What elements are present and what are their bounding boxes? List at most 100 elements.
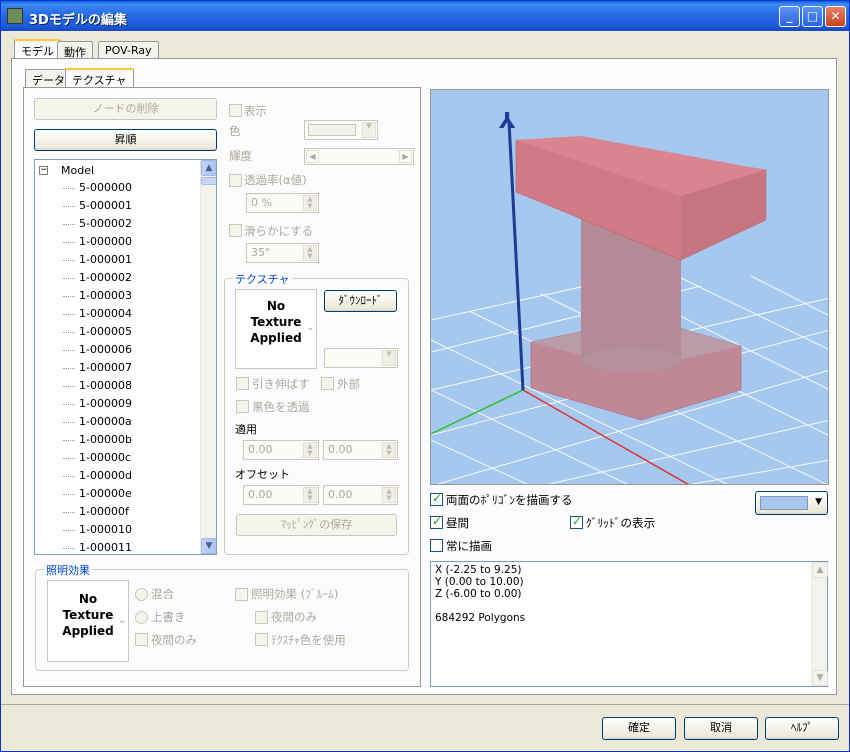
tree-root[interactable]: Model xyxy=(61,164,94,177)
tree-item[interactable]: 1-000000 xyxy=(63,235,132,248)
spin-icon[interactable]: ▲ ▼ xyxy=(303,195,317,211)
both-sides-checkbox[interactable] xyxy=(430,491,443,506)
tree-item[interactable]: 1-00000a xyxy=(63,415,132,428)
info-polygons: 684292 Polygons xyxy=(435,612,526,624)
info-z-range: Z (-6.00 to 0.00) xyxy=(435,588,522,600)
night-only2-checkbox[interactable] xyxy=(255,611,268,624)
scroll-down-icon[interactable]: ▼ xyxy=(201,538,216,554)
black-transparent-checkbox[interactable] xyxy=(236,400,249,413)
tree-item[interactable]: 1-000008 xyxy=(63,379,132,392)
title-bar: 3Dモデルの編集 _ □ ✕ xyxy=(1,1,849,31)
offset-x-value: 0.00 xyxy=(248,488,273,501)
texture-preview[interactable]: No Texture Applied ⌄ xyxy=(235,289,317,369)
collapse-icon[interactable]: − xyxy=(39,166,48,175)
offset-y-input[interactable]: 0.00 ▲ ▼ xyxy=(323,485,398,505)
tree-item[interactable]: 1-000001 xyxy=(63,253,132,266)
tree-item[interactable]: 1-00000d xyxy=(63,469,132,482)
maximize-button[interactable]: □ xyxy=(802,6,823,27)
tree-item[interactable]: 1-00000c xyxy=(63,451,131,464)
spin-icon[interactable]: ▲ ▼ xyxy=(382,487,396,503)
lighting-preview[interactable]: No Texture Applied ⌄ xyxy=(47,580,129,662)
scroll-thumb[interactable] xyxy=(201,177,216,185)
tree-item[interactable]: 5-000001 xyxy=(63,199,132,212)
tab-texture[interactable]: テクスチャ xyxy=(65,68,134,89)
chevron-down-icon[interactable]: ▼ xyxy=(362,122,376,138)
tree-item[interactable]: 1-000004 xyxy=(63,307,132,320)
night-only-label: 夜間のみ xyxy=(151,633,197,647)
show-label: 表示 xyxy=(244,104,267,118)
smooth-input[interactable]: 35° ▲ ▼ xyxy=(246,243,319,263)
no-texture-line3: Applied xyxy=(62,624,114,638)
info-y-range: Y (0.00 to 10.00) xyxy=(435,576,524,588)
tree-item[interactable]: 1-000003 xyxy=(63,289,132,302)
smooth-label: 滑らかにする xyxy=(244,224,314,238)
black-transparent-label: 黒色を透過 xyxy=(252,400,310,414)
scroll-down-icon[interactable]: ▼ xyxy=(812,670,828,686)
spin-icon[interactable]: ▲ ▼ xyxy=(303,442,317,458)
info-scrollbar[interactable]: ▲ ▼ xyxy=(811,562,828,686)
stretch-checkbox[interactable] xyxy=(236,377,249,390)
delete-node-button[interactable]: ノードの削除 xyxy=(34,98,217,120)
save-mapping-button[interactable]: ﾏｯﾋﾟﾝｸﾞの保存 xyxy=(236,514,397,536)
texture-select[interactable]: ▼ xyxy=(324,348,398,368)
color-picker[interactable]: ▼ xyxy=(304,120,378,140)
ascending-button[interactable]: 昇順 xyxy=(34,129,217,151)
overwrite-label: 上書き xyxy=(151,610,186,624)
tree-item[interactable]: 1-000005 xyxy=(63,325,132,338)
bloom-label: 照明効果 (ﾌﾞﾙｰﾑ) xyxy=(251,587,339,601)
chevron-down-icon[interactable]: ▼ xyxy=(382,350,396,366)
scroll-up-icon[interactable]: ▲ xyxy=(812,562,828,578)
ok-button[interactable]: 確定 xyxy=(602,717,676,740)
tree-item[interactable]: 1-000011 xyxy=(63,541,132,554)
model-3d-viewport[interactable]: ⅄ xyxy=(430,89,829,485)
night-only-checkbox[interactable] xyxy=(135,633,148,646)
tree-scrollbar[interactable]: ▲ ▼ xyxy=(200,160,216,554)
tree-item[interactable]: 1-00000e xyxy=(63,487,132,500)
show-grid-checkbox[interactable] xyxy=(570,514,583,529)
tree-item[interactable]: 1-000006 xyxy=(63,343,132,356)
daytime-checkbox[interactable] xyxy=(430,514,443,529)
tree-item[interactable]: 5-000000 xyxy=(63,181,132,194)
always-draw-label: 常に描画 xyxy=(446,539,492,553)
offset-x-input[interactable]: 0.00 ▲ ▼ xyxy=(243,485,319,505)
tree-item[interactable]: 1-000002 xyxy=(63,271,132,284)
use-tex-color-checkbox[interactable] xyxy=(255,633,268,646)
apply-x-input[interactable]: 0.00 ▲ ▼ xyxy=(243,440,319,460)
mix-radio[interactable] xyxy=(135,588,148,601)
overwrite-radio[interactable] xyxy=(135,611,148,624)
spin-icon[interactable]: ▲ ▼ xyxy=(303,487,317,503)
color-label: 色 xyxy=(229,124,241,138)
brightness-label: 輝度 xyxy=(229,149,252,163)
download-button[interactable]: ﾀﾞｳﾝﾛｰﾄﾞ xyxy=(324,290,397,312)
no-texture-line2: Texture xyxy=(250,315,302,329)
tree-item[interactable]: 1-000007 xyxy=(63,361,132,374)
spin-icon[interactable]: ▲ ▼ xyxy=(303,245,317,261)
model-tree[interactable]: − Model 5-000000 5-000001 5-000002 1-000000… xyxy=(34,159,217,555)
bloom-checkbox[interactable] xyxy=(235,588,248,601)
transparency-input[interactable]: 0 % ▲ ▼ xyxy=(246,193,319,213)
tree-item[interactable]: 1-00000b xyxy=(63,433,132,446)
close-button[interactable]: ✕ xyxy=(825,6,846,27)
no-texture-line2: Texture xyxy=(62,608,114,622)
always-draw-checkbox[interactable] xyxy=(430,539,443,552)
tree-item[interactable]: 1-00000f xyxy=(63,505,129,518)
tree-item[interactable]: 1-000010 xyxy=(63,523,132,536)
apply-label: 適用 xyxy=(235,423,257,436)
window-title: 3Dモデルの編集 xyxy=(29,13,127,28)
tree-item[interactable]: 1-000009 xyxy=(63,397,132,410)
brightness-slider[interactable]: ◀ ▶ xyxy=(304,148,414,165)
apply-y-input[interactable]: 0.00 ▲ ▼ xyxy=(323,440,398,460)
minimize-button[interactable]: _ xyxy=(779,6,800,27)
show-checkbox[interactable] xyxy=(229,104,242,117)
transparency-checkbox[interactable] xyxy=(229,174,242,187)
smooth-value: 35° xyxy=(251,246,271,259)
external-checkbox[interactable] xyxy=(321,377,334,390)
spin-icon[interactable]: ▲ ▼ xyxy=(382,442,396,458)
bg-color-picker[interactable]: ▼ xyxy=(755,491,828,515)
smooth-checkbox[interactable] xyxy=(229,224,242,237)
tree-item[interactable]: 5-000002 xyxy=(63,217,132,230)
cancel-button[interactable]: 取消 xyxy=(684,717,758,740)
scroll-up-icon[interactable]: ▲ xyxy=(201,160,216,176)
help-button[interactable]: ﾍﾙﾌﾟ xyxy=(765,717,839,740)
model-info-box[interactable]: X (-2.25 to 9.25) Y (0.00 to 10.00) Z (-… xyxy=(430,561,828,687)
